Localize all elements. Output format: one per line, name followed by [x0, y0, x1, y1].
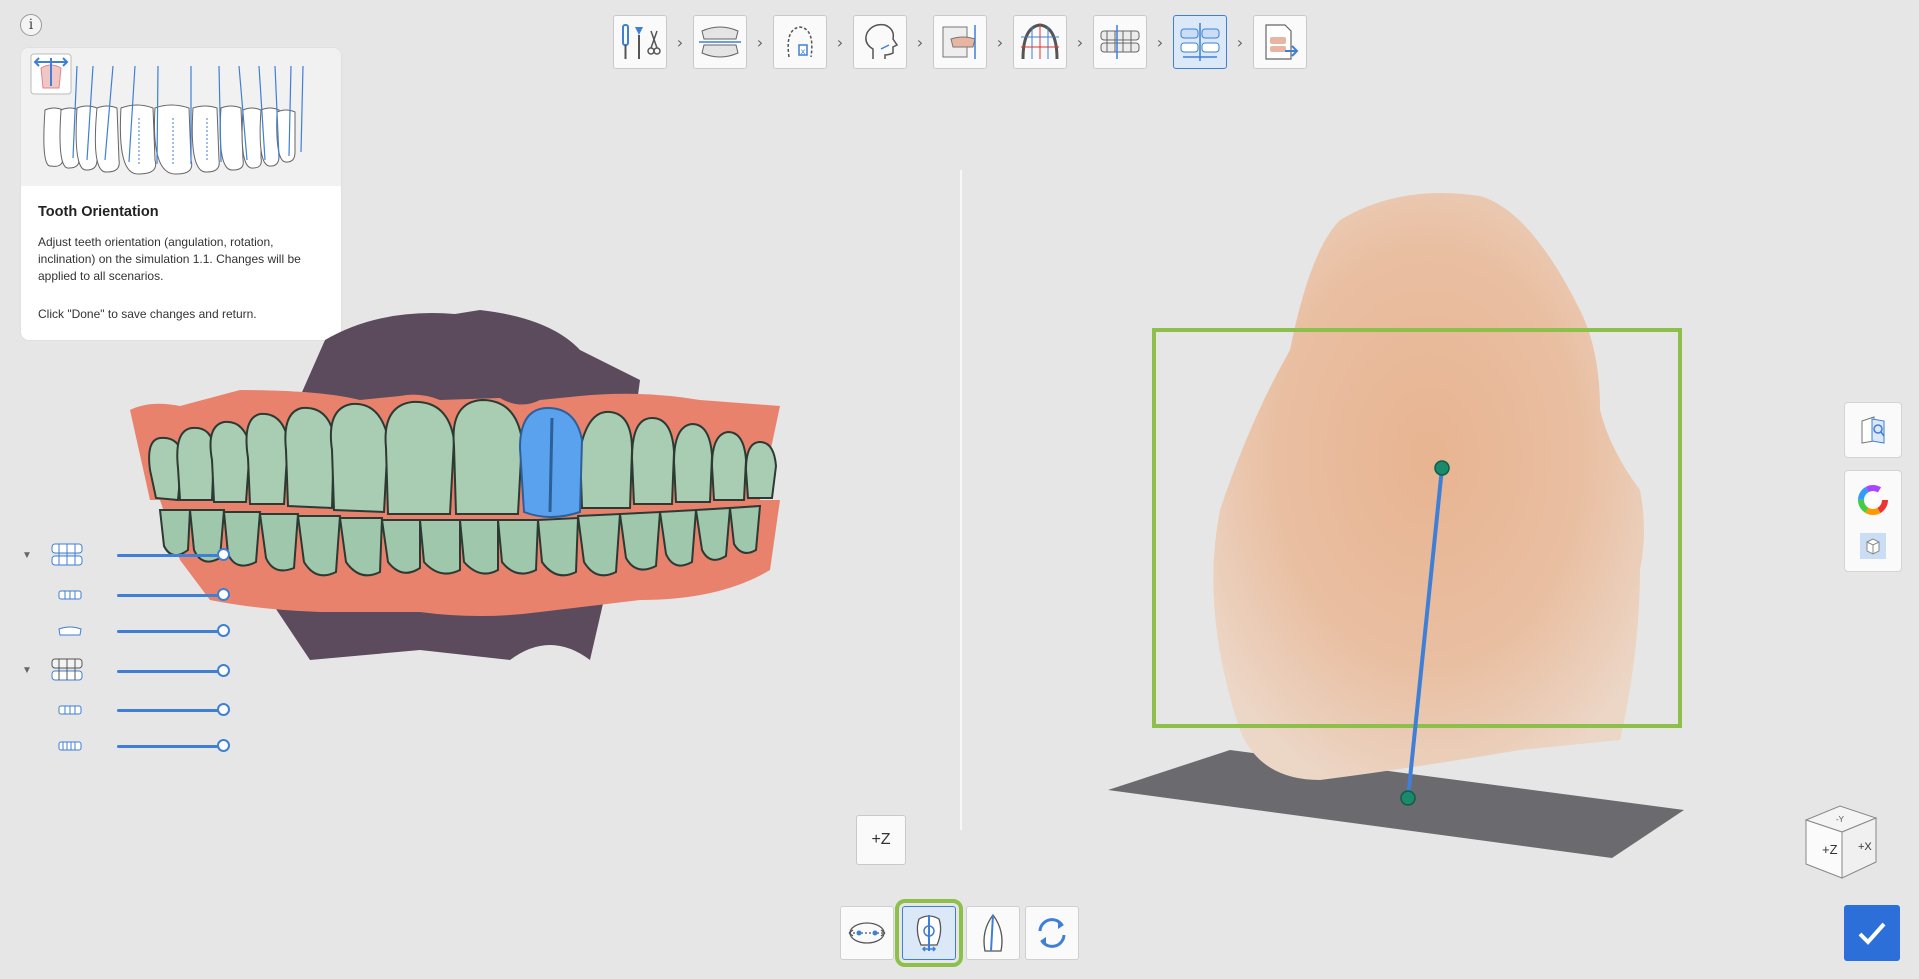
step-occlusion[interactable] — [1093, 15, 1147, 69]
upper-scan-icon — [56, 581, 84, 609]
cube-shading-icon[interactable] — [1860, 533, 1886, 564]
dentition-model[interactable] — [120, 300, 840, 670]
upper-jaw-icon — [50, 541, 84, 569]
side-tool-panel-display — [1844, 470, 1902, 572]
move-axis-icon — [848, 922, 886, 944]
guide-title: Tooth Orientation — [38, 204, 159, 220]
lower-jaw-icon — [50, 656, 84, 684]
layer-row-upper-restoration — [22, 617, 84, 645]
tooth-axis-tool-button[interactable] — [895, 899, 963, 967]
profile-tool-button[interactable] — [966, 906, 1020, 960]
done-button[interactable] — [1844, 905, 1900, 961]
info-button[interactable]: i — [20, 14, 42, 36]
arch-grid-icon — [1021, 23, 1059, 60]
step-arch[interactable] — [1013, 15, 1067, 69]
lower-scan-icon — [56, 696, 84, 724]
layer-row-lower-scan — [22, 696, 84, 724]
layer-row-lower-group: ▼ — [22, 656, 84, 684]
step-face[interactable] — [853, 15, 907, 69]
guide-illustration — [21, 48, 341, 186]
opacity-slider-knob[interactable] — [217, 624, 230, 637]
align-icon — [942, 25, 976, 59]
z-button-label: +Z — [871, 831, 891, 848]
lower-restoration-icon — [56, 732, 84, 760]
export-icon — [1265, 24, 1299, 60]
tooth-profile-icon — [983, 913, 1003, 952]
svg-text:x: x — [801, 47, 806, 56]
opacity-slider-knob[interactable] — [217, 588, 230, 601]
view-cube[interactable]: +Z +X -Y — [1800, 802, 1882, 882]
tools-icon — [622, 24, 661, 59]
viewport-divider — [960, 170, 962, 830]
opacity-slider-knob[interactable] — [217, 739, 230, 752]
step-chevron-icon: › — [916, 32, 924, 52]
opacity-slider-track[interactable] — [117, 745, 225, 748]
tooth-chart-icon: x — [787, 26, 813, 58]
reset-rotation-icon — [1038, 918, 1066, 948]
step-tooth-setup[interactable]: x — [773, 15, 827, 69]
opacity-slider-track[interactable] — [117, 670, 225, 673]
opacity-slider-knob[interactable] — [217, 664, 230, 677]
axis-handle-bottom — [1400, 790, 1416, 806]
step-scan-data[interactable] — [693, 15, 747, 69]
opacity-slider-track[interactable] — [117, 630, 225, 633]
view-cube-side-label: +X — [1858, 841, 1872, 853]
opacity-slider-track[interactable] — [117, 554, 225, 557]
view-document-icon[interactable] — [1858, 415, 1888, 445]
tooth-axis-icon — [916, 915, 942, 952]
step-chevron-icon: › — [996, 32, 1004, 52]
step-export[interactable] — [1253, 15, 1307, 69]
opacity-slider-knob[interactable] — [217, 703, 230, 716]
step-tooth-orientation[interactable] — [1173, 15, 1227, 69]
step-chevron-icon: › — [1236, 32, 1244, 52]
step-chevron-icon: › — [1076, 32, 1084, 52]
tooth-model-view[interactable] — [1100, 190, 1720, 870]
step-prepare[interactable] — [613, 15, 667, 69]
layer-row-lower-restoration — [22, 732, 84, 760]
info-icon: i — [28, 17, 34, 33]
color-wheel-icon[interactable] — [1858, 485, 1888, 520]
upper-restoration-icon — [56, 617, 84, 645]
view-plus-z-button[interactable]: +Z — [856, 815, 906, 865]
collapse-arrow-icon[interactable]: ▼ — [22, 550, 40, 561]
step-chevron-icon: › — [676, 32, 684, 52]
collapse-arrow-icon[interactable]: ▼ — [22, 665, 40, 676]
check-icon — [1858, 922, 1886, 945]
view-cube-top-label: -Y — [1836, 815, 1845, 824]
guide-panel: Tooth Orientation Adjust teeth orientati… — [21, 48, 341, 340]
occlusion-icon — [1100, 25, 1140, 59]
reset-tool-button[interactable] — [1025, 906, 1079, 960]
tooth-crown — [1213, 193, 1644, 780]
workflow-steps: › › x › › › › › › — [613, 14, 1307, 70]
axis-handle-top — [1434, 460, 1450, 476]
layer-row-upper-scan — [22, 581, 84, 609]
face-profile-icon — [865, 23, 899, 59]
opacity-slider-track[interactable] — [117, 594, 225, 597]
side-tool-panel-view — [1844, 402, 1902, 458]
layer-row-upper-group: ▼ — [22, 541, 84, 569]
step-chevron-icon: › — [836, 32, 844, 52]
move-tool-button[interactable] — [840, 906, 894, 960]
step-chevron-icon: › — [756, 32, 764, 52]
view-cube-front-label: +Z — [1822, 842, 1838, 857]
opacity-slider-track[interactable] — [117, 709, 225, 712]
jaw-scan-icon — [699, 26, 741, 58]
step-align[interactable] — [933, 15, 987, 69]
tooth-orientation-icon — [1180, 23, 1220, 61]
guide-description: Adjust teeth orientation (angulation, ro… — [38, 235, 301, 283]
step-chevron-icon: › — [1156, 32, 1164, 52]
opacity-slider-knob[interactable] — [217, 548, 230, 561]
